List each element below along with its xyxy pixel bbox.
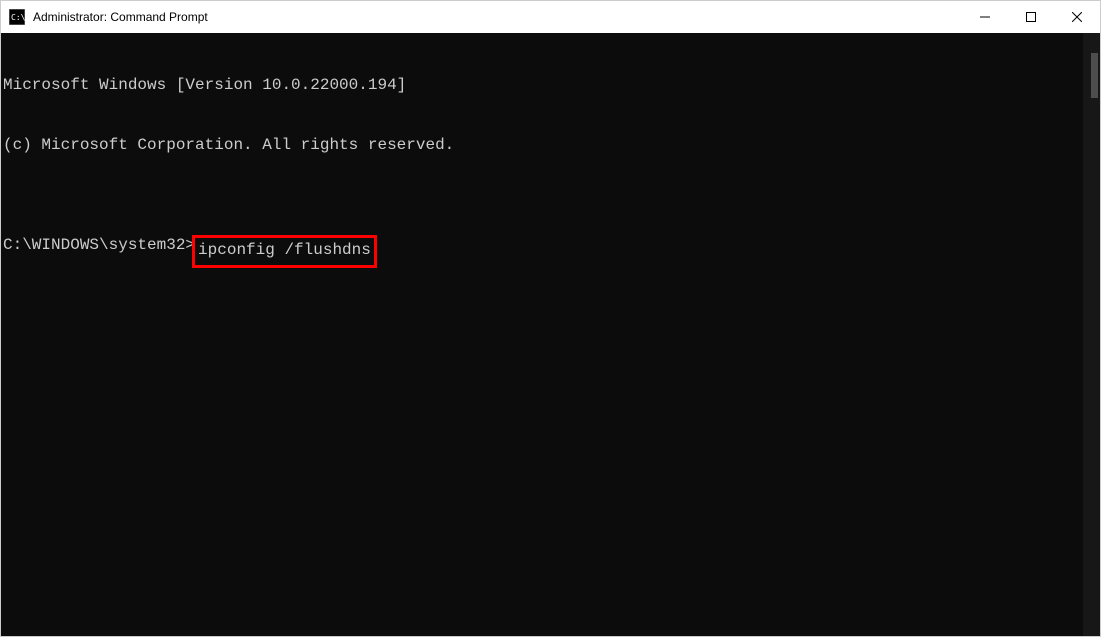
- window-controls: [962, 1, 1100, 33]
- minimize-button[interactable]: [962, 1, 1008, 33]
- terminal-prompt: C:\WINDOWS\system32>: [3, 235, 195, 268]
- terminal-output-line: (c) Microsoft Corporation. All rights re…: [3, 135, 1100, 155]
- command-prompt-window: C:\ Administrator: Command Prompt Micros…: [0, 0, 1101, 637]
- terminal-output-line: Microsoft Windows [Version 10.0.22000.19…: [3, 75, 1100, 95]
- terminal-area[interactable]: Microsoft Windows [Version 10.0.22000.19…: [1, 33, 1100, 636]
- scrollbar-track[interactable]: [1083, 33, 1100, 636]
- window-title: Administrator: Command Prompt: [33, 10, 962, 24]
- titlebar[interactable]: C:\ Administrator: Command Prompt: [1, 1, 1100, 33]
- svg-text:C:\: C:\: [11, 13, 25, 22]
- scrollbar-thumb[interactable]: [1091, 53, 1098, 98]
- close-button[interactable]: [1054, 1, 1100, 33]
- cmd-icon: C:\: [9, 9, 25, 25]
- command-highlight: ipconfig /flushdns: [192, 235, 377, 268]
- maximize-button[interactable]: [1008, 1, 1054, 33]
- terminal-command: ipconfig /flushdns: [198, 241, 371, 259]
- terminal-prompt-line: C:\WINDOWS\system32>ipconfig /flushdns: [3, 235, 1100, 268]
